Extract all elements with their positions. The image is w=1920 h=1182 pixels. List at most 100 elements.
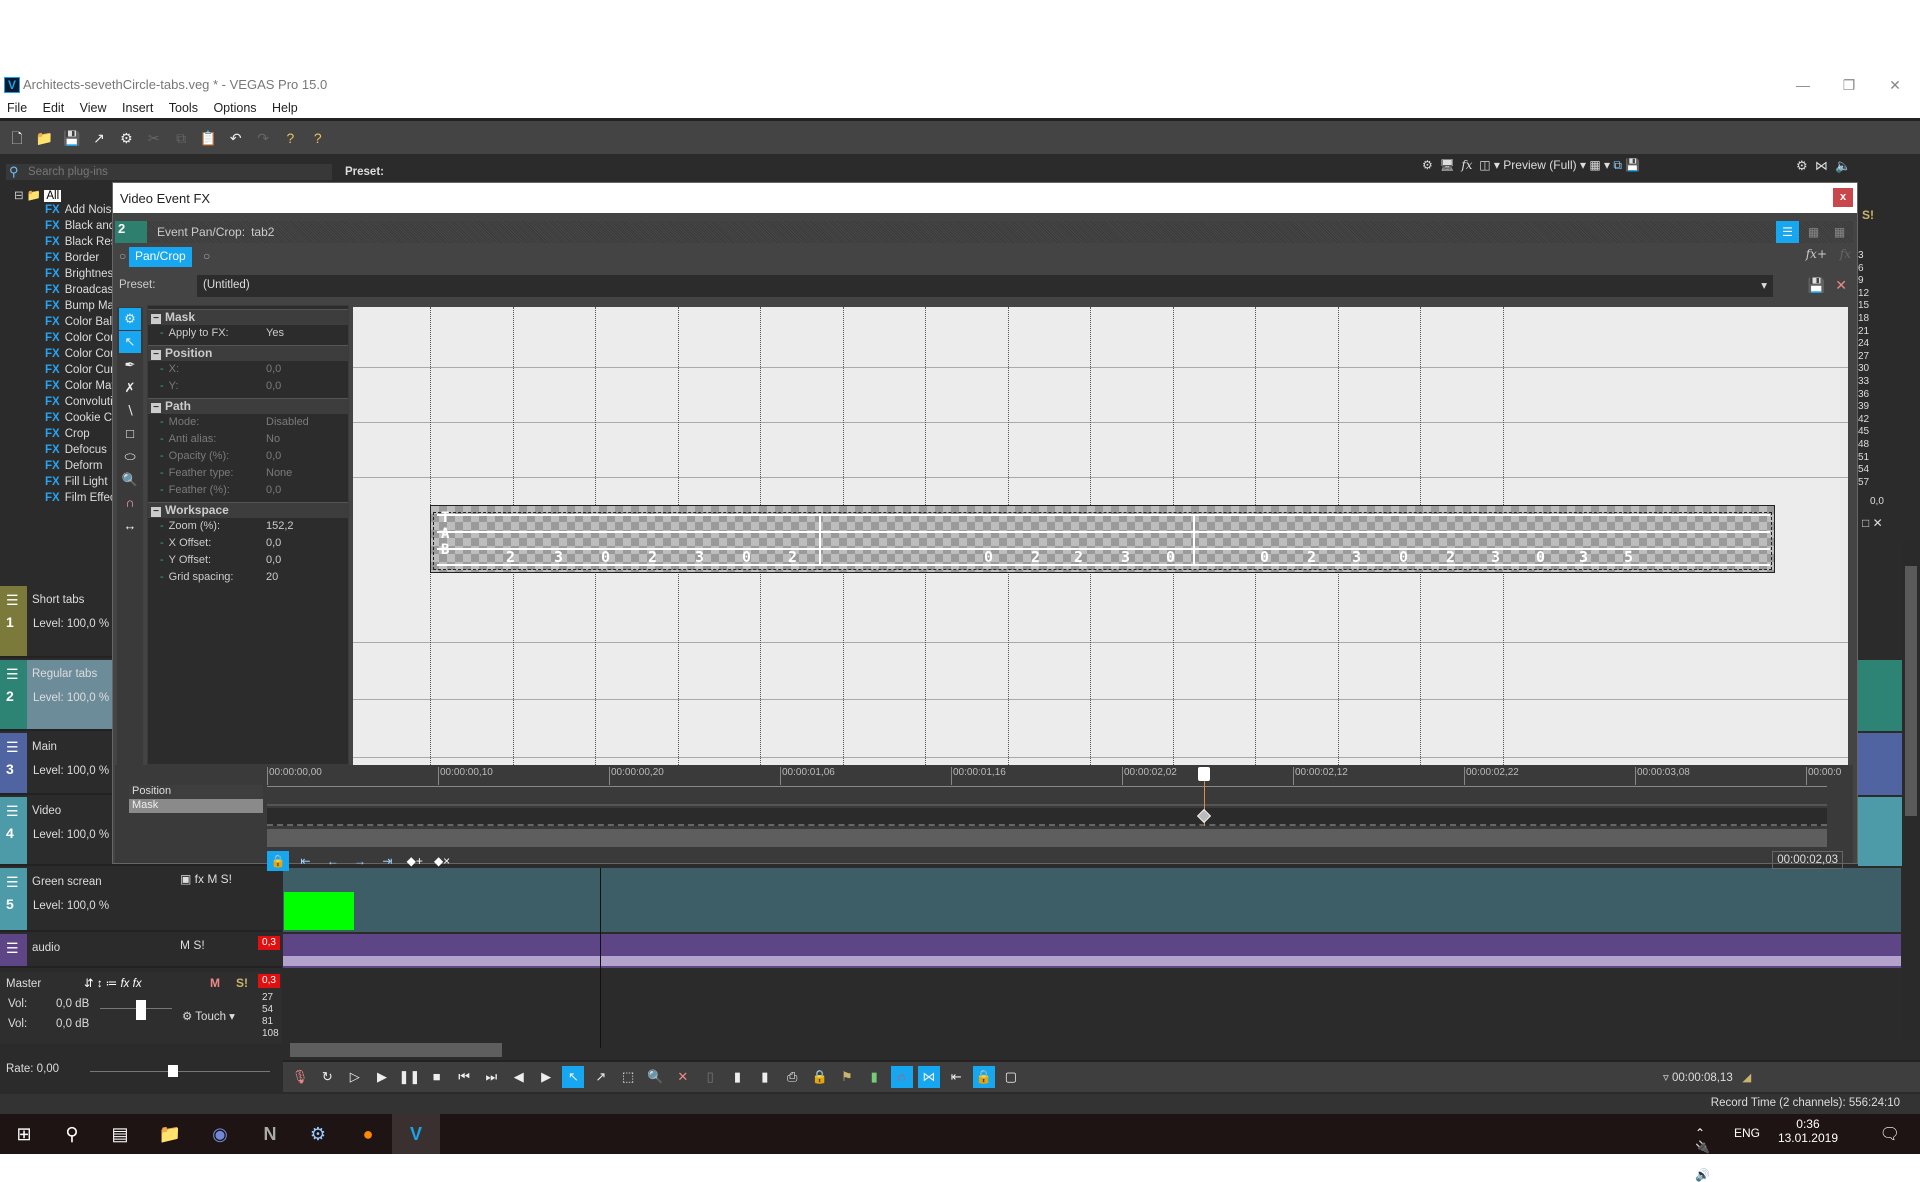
downmix-icon[interactable]: ⋈ (1815, 158, 1828, 173)
close-icon[interactable]: ✕ (1872, 72, 1918, 98)
master-fader-thumb[interactable] (136, 1000, 146, 1020)
next-frame-icon[interactable]: ▶ (535, 1066, 557, 1088)
property-row[interactable]: Apply to FX: Yes (148, 325, 348, 342)
property-row[interactable]: Grid spacing: 20 (148, 569, 348, 586)
solo-icon[interactable]: S! (1862, 208, 1874, 222)
save-icon[interactable]: 💾 (61, 127, 83, 149)
preview-quality-dropdown[interactable]: Preview (Full) (1503, 158, 1576, 172)
undo-icon[interactable]: ↶ (225, 127, 247, 149)
prev-frame-icon[interactable]: ◀ (508, 1066, 530, 1088)
plugin-item[interactable]: FX Bump Map (45, 300, 120, 316)
track-vertical-scrollbar[interactable] (1902, 540, 1920, 1040)
anchor-deletion-icon[interactable]: ✗ (119, 377, 141, 399)
plugin-item[interactable]: FX Color Bala (45, 316, 118, 332)
green-clip[interactable] (284, 892, 354, 930)
add-fx-icon[interactable]: fx+ (1806, 247, 1827, 261)
save-snapshot-icon[interactable]: 💾 (1625, 158, 1640, 172)
record-icon[interactable]: 🎙 (289, 1066, 311, 1088)
split-icon[interactable]: ⎙ (781, 1066, 803, 1088)
kf-label-mask[interactable]: Mask (129, 799, 263, 813)
copy-snapshot-icon[interactable]: ⧉ (1613, 158, 1622, 172)
plugin-item[interactable]: FX Cookie Cu (45, 412, 118, 428)
track-menu-icon[interactable]: ☰ (6, 592, 19, 609)
dialog-close-button[interactable]: x (1833, 188, 1853, 207)
trim-end-icon[interactable]: ▮ (754, 1066, 776, 1088)
track-name[interactable]: Main (32, 741, 57, 753)
plugin-item[interactable]: FX Color Cor (45, 332, 114, 348)
mixer-settings-icon[interactable]: ⚙ (1796, 158, 1808, 173)
view-list-icon[interactable]: ☰ (1776, 221, 1799, 243)
track-level[interactable]: Level: 100,0 % (33, 618, 109, 630)
lock-envelopes-icon[interactable]: 🔒 (972, 1066, 995, 1088)
lock-aspect-icon[interactable]: ↔ (119, 515, 141, 537)
property-row[interactable]: X: 0,0 (148, 361, 348, 378)
plugin-item[interactable]: FX Deform (45, 460, 102, 476)
track-name[interactable]: Short tabs (32, 594, 84, 606)
cut-icon[interactable]: ✂ (143, 127, 165, 149)
plugin-item[interactable]: FX Black and (45, 220, 115, 236)
region-icon[interactable]: ▮ (863, 1066, 885, 1088)
prev-keyframe-icon[interactable]: ← (322, 851, 344, 871)
loop-icon[interactable]: ↻ (316, 1066, 338, 1088)
dim-audio-icon[interactable]: 🔈 (1835, 158, 1851, 173)
track-lane[interactable] (1858, 797, 1902, 866)
mask-frame[interactable]: TAB 2 3 0 2 3 0 2 0 2 2 3 0 0 2 3 0 2 3 0 3 5 (430, 505, 1775, 573)
split-edge-icon[interactable]: ∖ (119, 400, 141, 422)
kf-cursor-time[interactable]: 00:00:02,03 (1772, 851, 1843, 869)
kf-playhead[interactable] (1198, 767, 1210, 781)
menu-options[interactable]: Options (213, 98, 256, 118)
automation-mode-dropdown[interactable]: ⚙ Touch ▾ (182, 1009, 235, 1023)
menu-help[interactable]: Help (272, 98, 298, 118)
mute-icon[interactable]: M (210, 976, 220, 990)
timeline-horizontal-scrollbar[interactable] (290, 1043, 502, 1057)
track-header-audio[interactable]: ☰ audio 0,3 M S! (0, 934, 282, 968)
preset-dropdown[interactable]: (Untitled) ▾ (197, 275, 1773, 297)
track-menu-icon[interactable]: ☰ (6, 874, 19, 891)
plugin-item[interactable]: FX Defocus (45, 444, 107, 460)
start-icon[interactable]: ⊞ (0, 1114, 48, 1154)
ignore-grouping-icon[interactable]: ▢ (1000, 1066, 1022, 1088)
anchor-creation-icon[interactable]: ✒ (119, 354, 141, 376)
auto-crossfade-icon[interactable]: ⋈ (917, 1066, 940, 1088)
lock-icon[interactable]: 🔒 (809, 1066, 831, 1088)
track-buttons[interactable]: ▣ fx M S! (180, 872, 232, 886)
property-value[interactable]: 0,0 (266, 537, 281, 549)
plugin-item[interactable]: FX Film Effec (45, 492, 116, 508)
section-position[interactable]: − Position (148, 345, 348, 361)
snapping-icon[interactable]: ∩ (890, 1066, 913, 1088)
redo-icon[interactable]: ↷ (252, 127, 274, 149)
plugin-search-input[interactable]: ⚲ Search plug-ins (6, 164, 332, 180)
track-buttons[interactable]: M S! (180, 938, 205, 952)
track-lane[interactable] (1858, 733, 1902, 795)
minimize-icon[interactable]: — (1780, 72, 1826, 98)
file-explorer-icon[interactable]: 📁 (146, 1114, 194, 1154)
tree-root[interactable]: ⊟ 📁 All (14, 188, 62, 204)
plugin-item[interactable]: FX Black Res (45, 236, 116, 252)
remove-fx-icon[interactable]: fx (1840, 247, 1851, 261)
track-name[interactable]: Video (32, 805, 61, 817)
play-from-start-icon[interactable]: ▷ (344, 1066, 366, 1088)
open-icon[interactable]: 📁 (33, 127, 55, 149)
property-row[interactable]: Mode: Disabled (148, 414, 348, 431)
track-level[interactable]: Level: 100,0 % (33, 900, 109, 912)
property-value[interactable]: 152,2 (266, 520, 294, 532)
zoom-tool-icon[interactable]: 🔍 (119, 469, 141, 491)
solo-icon[interactable]: S! (236, 976, 248, 990)
first-keyframe-icon[interactable]: ⇤ (294, 851, 316, 871)
external-monitor-icon[interactable]: 🖥 (1439, 158, 1454, 172)
overlays-icon[interactable]: ▦ (1589, 158, 1600, 172)
menu-edit[interactable]: Edit (43, 98, 65, 118)
property-value[interactable]: 20 (266, 571, 278, 583)
plugin-item[interactable]: FX Border (45, 252, 99, 268)
undock-icon[interactable]: □ ✕ (1862, 516, 1883, 530)
ripple-icon[interactable]: ⇤ (945, 1066, 967, 1088)
language-indicator[interactable]: ENG (1734, 1126, 1760, 1140)
menu-tools[interactable]: Tools (169, 98, 198, 118)
track-name[interactable]: Green screan (32, 876, 102, 888)
track-menu-icon[interactable]: ☰ (6, 739, 19, 756)
property-row[interactable]: Opacity (%): 0,0 (148, 448, 348, 465)
track-menu-icon[interactable]: ☰ (6, 940, 19, 957)
paste-icon[interactable]: 📋 (197, 127, 219, 149)
plugin-item[interactable]: FX Crop (45, 428, 90, 444)
go-to-end-icon[interactable]: ⏭ (480, 1066, 502, 1088)
